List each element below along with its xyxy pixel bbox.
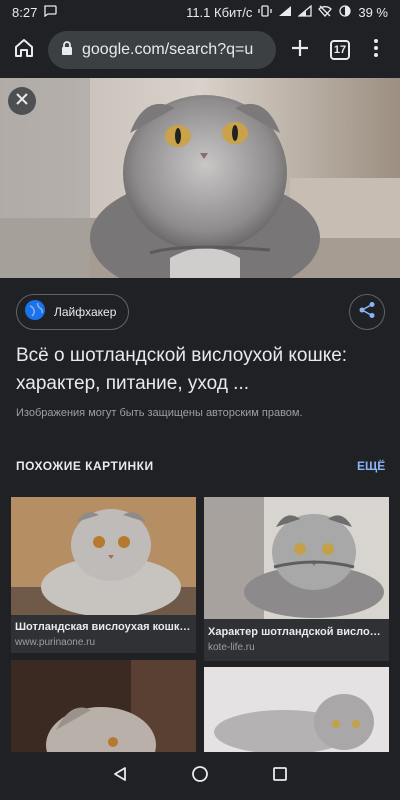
status-bar: 8:27 11.1 Кбит/с 39 % (0, 0, 400, 24)
source-chip[interactable]: Лайфхакер (16, 294, 130, 330)
card-caption: Шотландская вислоухая кошка: ... (15, 621, 192, 633)
circle-home-icon[interactable] (191, 765, 209, 788)
globe-icon (24, 299, 46, 326)
menu-button[interactable] (360, 34, 392, 66)
more-vert-icon (373, 38, 379, 63)
battery-level: 39 % (358, 4, 388, 20)
system-nav-bar (0, 752, 400, 800)
browser-toolbar: google.com/search?q=u 17 (0, 24, 400, 76)
card-caption: Характер шотландской вислоух... (208, 626, 385, 638)
similar-image-card[interactable] (204, 667, 389, 752)
recents-icon[interactable] (272, 766, 288, 787)
similar-images-header: ПОХОЖИЕ КАРТИНКИ (16, 459, 154, 473)
tabs-count: 17 (330, 40, 350, 60)
chat-icon (43, 4, 57, 20)
lock-icon (60, 40, 74, 61)
close-icon (15, 92, 29, 111)
card-domain: kote-life.ru (208, 642, 255, 653)
similar-image-card[interactable] (11, 660, 196, 752)
similar-cat-thumbnail (11, 660, 196, 752)
hero-cat-image[interactable] (0, 78, 400, 278)
status-time: 8:27 (12, 4, 38, 20)
url-text: google.com/search?q=u (82, 41, 254, 58)
share-icon (358, 301, 376, 324)
wifi-off-icon (318, 5, 333, 20)
similar-image-card[interactable]: Шотландская вислоухая кошка: ... www.pur… (11, 497, 196, 653)
similar-cat-thumbnail (11, 497, 196, 617)
similar-image-card[interactable]: Характер шотландской вислоух... kote-lif… (204, 497, 389, 661)
copyright-notice: Изображения могут быть защищены авторски… (16, 407, 303, 419)
card-domain: www.purinaone.ru (15, 637, 96, 648)
signal-icon (278, 5, 292, 20)
similar-cat-thumbnail (204, 497, 389, 619)
share-button[interactable] (349, 294, 385, 330)
more-link[interactable]: ЕЩЁ (357, 459, 385, 473)
home-button[interactable] (8, 34, 40, 66)
tab-switcher-button[interactable]: 17 (324, 34, 356, 66)
similar-cat-thumbnail (204, 667, 389, 752)
close-button[interactable] (8, 87, 36, 115)
result-title[interactable]: Всё о шотландской вислоухой кошке: харак… (16, 342, 386, 398)
back-icon[interactable] (112, 766, 128, 787)
battery-icon (338, 4, 352, 20)
new-tab-button[interactable] (284, 34, 316, 66)
address-bar[interactable]: google.com/search?q=u (48, 31, 276, 69)
home-icon (13, 37, 35, 64)
vibrate-icon (258, 4, 273, 20)
signal-2-icon (298, 4, 313, 20)
source-name: Лайфхакер (54, 305, 117, 319)
plus-icon (290, 38, 310, 63)
network-speed: 11.1 Кбит/с (186, 4, 253, 20)
